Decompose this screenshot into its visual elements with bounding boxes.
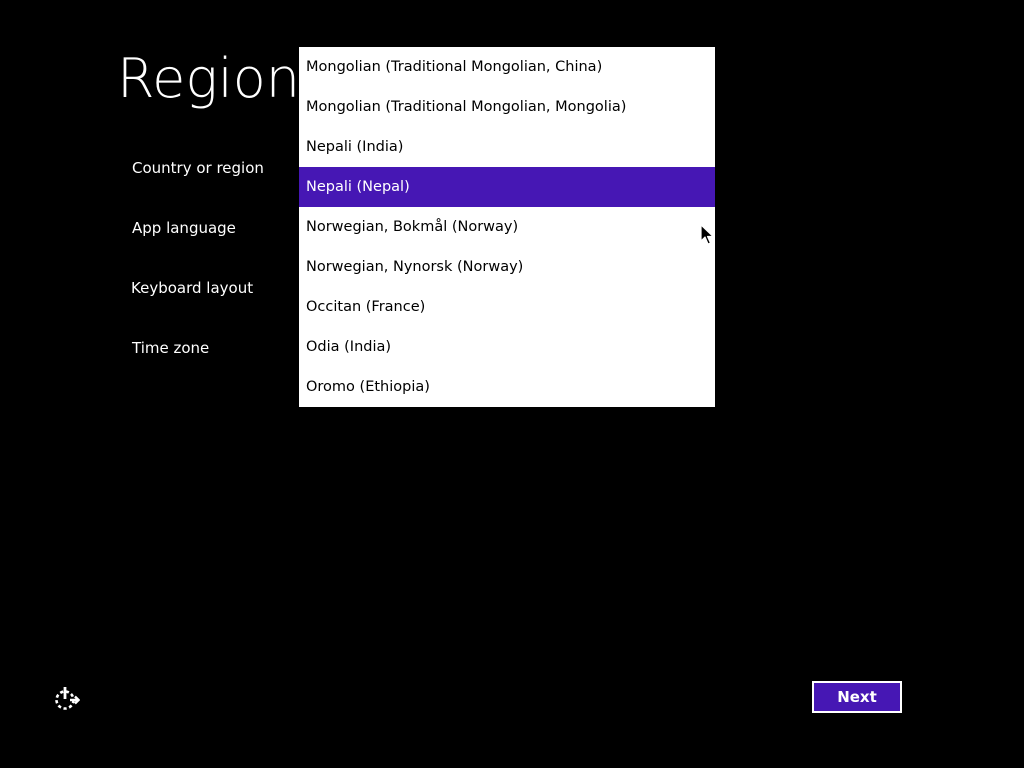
mouse-pointer-icon xyxy=(700,224,714,245)
keyboard-layout-label: Keyboard layout xyxy=(131,279,254,297)
dropdown-item[interactable]: Oromo (Ethiopia) xyxy=(299,367,715,407)
dropdown-item[interactable]: Occitan (France) xyxy=(299,287,715,327)
dropdown-item[interactable]: Odia (India) xyxy=(299,327,715,367)
dropdown-item[interactable]: Norwegian, Nynorsk (Norway) xyxy=(299,247,715,287)
ease-of-access-icon[interactable] xyxy=(52,684,80,712)
country-dropdown-list[interactable]: Mongolian (Traditional Mongolian, China)… xyxy=(299,47,715,407)
dropdown-item[interactable]: Nepali (India) xyxy=(299,127,715,167)
next-button[interactable]: Next xyxy=(812,681,902,713)
region-setup-screen: Region Country or region App language Ke… xyxy=(0,0,1024,768)
country-or-region-label: Country or region xyxy=(132,159,264,177)
dropdown-item-selected[interactable]: Nepali (Nepal) xyxy=(299,167,715,207)
dropdown-item[interactable]: Norwegian, Bokmål (Norway) xyxy=(299,207,715,247)
app-language-label: App language xyxy=(132,219,236,237)
dropdown-item[interactable]: Mongolian (Traditional Mongolian, Mongol… xyxy=(299,87,715,127)
dropdown-item[interactable]: Mongolian (Traditional Mongolian, China) xyxy=(299,47,715,87)
time-zone-label: Time zone xyxy=(132,339,210,357)
page-title: Region xyxy=(117,47,300,110)
